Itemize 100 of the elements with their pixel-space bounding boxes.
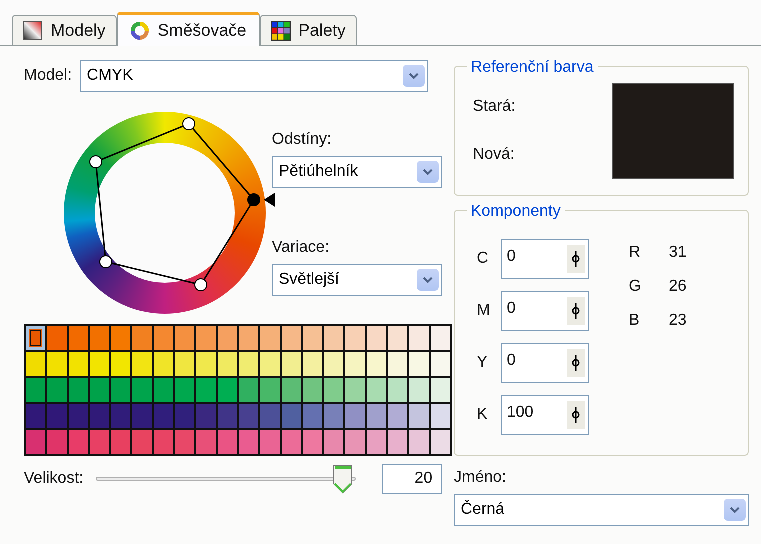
color-swatch[interactable] — [302, 404, 322, 428]
color-swatch[interactable] — [260, 430, 280, 454]
color-swatch[interactable] — [68, 430, 88, 454]
color-swatch[interactable] — [111, 378, 130, 402]
color-swatch[interactable] — [430, 430, 450, 454]
color-swatch[interactable] — [68, 352, 88, 376]
tab[interactable]: Palety — [260, 15, 357, 45]
color-swatch[interactable] — [90, 326, 110, 350]
color-swatch[interactable] — [430, 352, 450, 376]
color-swatch[interactable] — [196, 404, 216, 428]
color-swatch[interactable] — [175, 404, 194, 428]
spin-field[interactable]: 100 — [501, 395, 589, 435]
color-swatch[interactable] — [430, 404, 450, 428]
color-swatch[interactable] — [154, 378, 174, 402]
color-swatch[interactable] — [68, 404, 88, 428]
spin-field[interactable]: 0 — [501, 343, 589, 383]
color-swatch[interactable] — [282, 378, 301, 402]
color-swatch[interactable] — [218, 378, 237, 402]
color-swatch[interactable] — [26, 404, 46, 428]
color-swatch[interactable] — [324, 378, 344, 402]
color-swatch[interactable] — [302, 352, 322, 376]
color-swatch[interactable] — [409, 378, 429, 402]
color-swatch[interactable] — [196, 430, 216, 454]
color-swatch[interactable] — [111, 352, 130, 376]
color-swatch[interactable] — [47, 352, 67, 376]
color-swatch[interactable] — [132, 378, 152, 402]
color-swatch[interactable] — [302, 430, 322, 454]
color-swatch[interactable] — [345, 378, 365, 402]
color-swatch[interactable] — [345, 430, 365, 454]
color-swatch[interactable] — [302, 378, 322, 402]
color-swatch[interactable] — [409, 326, 429, 350]
color-swatch[interactable] — [282, 326, 301, 350]
color-swatch[interactable] — [409, 352, 429, 376]
color-swatch[interactable] — [324, 404, 344, 428]
color-swatch[interactable] — [154, 326, 174, 350]
color-swatch[interactable] — [260, 404, 280, 428]
color-swatch[interactable] — [26, 378, 46, 402]
color-swatch[interactable] — [282, 352, 301, 376]
color-swatch[interactable] — [26, 352, 46, 376]
color-swatch[interactable] — [154, 430, 174, 454]
color-swatch[interactable] — [388, 404, 408, 428]
spin-field[interactable]: 0 — [501, 291, 589, 331]
color-swatch[interactable] — [430, 378, 450, 402]
color-swatch[interactable] — [68, 378, 88, 402]
color-swatch[interactable] — [132, 352, 152, 376]
color-swatch[interactable] — [47, 326, 67, 350]
color-swatch[interactable] — [366, 326, 386, 350]
color-swatch[interactable] — [196, 352, 216, 376]
color-swatch[interactable] — [238, 326, 258, 350]
color-swatch[interactable] — [260, 326, 280, 350]
color-swatch[interactable] — [154, 352, 174, 376]
color-swatch[interactable] — [175, 326, 194, 350]
color-swatch[interactable] — [154, 404, 174, 428]
color-swatch[interactable] — [388, 352, 408, 376]
dropdown-arrow-button[interactable] — [417, 161, 439, 183]
color-swatch[interactable] — [324, 430, 344, 454]
dropdown-field[interactable]: Černá — [454, 494, 749, 526]
color-swatch[interactable] — [218, 326, 237, 350]
spin-slider-icon[interactable] — [567, 349, 585, 377]
color-swatch[interactable] — [111, 326, 130, 350]
color-swatch[interactable] — [90, 352, 110, 376]
color-swatch[interactable] — [111, 404, 130, 428]
color-swatch[interactable] — [175, 378, 194, 402]
color-swatch[interactable] — [218, 430, 237, 454]
color-swatch[interactable] — [388, 430, 408, 454]
color-swatch[interactable] — [132, 430, 152, 454]
dropdown-field[interactable]: CMYK — [80, 60, 428, 92]
color-swatch[interactable] — [47, 404, 67, 428]
color-swatch[interactable] — [388, 326, 408, 350]
color-swatch[interactable] — [324, 352, 344, 376]
color-swatch[interactable] — [175, 352, 194, 376]
color-swatch[interactable] — [90, 430, 110, 454]
color-swatch[interactable] — [238, 352, 258, 376]
tab[interactable]: Modely — [12, 15, 117, 45]
color-swatch[interactable] — [430, 326, 450, 350]
color-swatch[interactable] — [388, 378, 408, 402]
dropdown-field[interactable]: Pětiúhelník — [272, 156, 442, 188]
color-swatch[interactable] — [409, 430, 429, 454]
color-swatch[interactable] — [175, 430, 194, 454]
color-swatch[interactable] — [366, 404, 386, 428]
size-field[interactable]: 20 — [382, 464, 442, 494]
tab[interactable]: Směšovače — [116, 12, 260, 46]
color-swatch[interactable] — [26, 326, 46, 350]
color-swatch[interactable] — [366, 430, 386, 454]
color-swatch[interactable] — [238, 404, 258, 428]
color-swatch[interactable] — [26, 430, 46, 454]
color-swatch[interactable] — [345, 326, 365, 350]
color-swatch[interactable] — [218, 352, 237, 376]
color-swatch[interactable] — [132, 326, 152, 350]
color-swatch[interactable] — [345, 404, 365, 428]
color-swatch[interactable] — [324, 326, 344, 350]
color-swatch[interactable] — [282, 404, 301, 428]
color-swatch[interactable] — [196, 378, 216, 402]
color-swatch[interactable] — [218, 404, 237, 428]
dropdown-arrow-button[interactable] — [403, 65, 426, 87]
color-swatch[interactable] — [47, 430, 67, 454]
spin-slider-icon[interactable] — [567, 245, 585, 273]
color-swatch[interactable] — [366, 378, 386, 402]
color-swatch[interactable] — [90, 378, 110, 402]
spin-slider-icon[interactable] — [567, 401, 585, 429]
